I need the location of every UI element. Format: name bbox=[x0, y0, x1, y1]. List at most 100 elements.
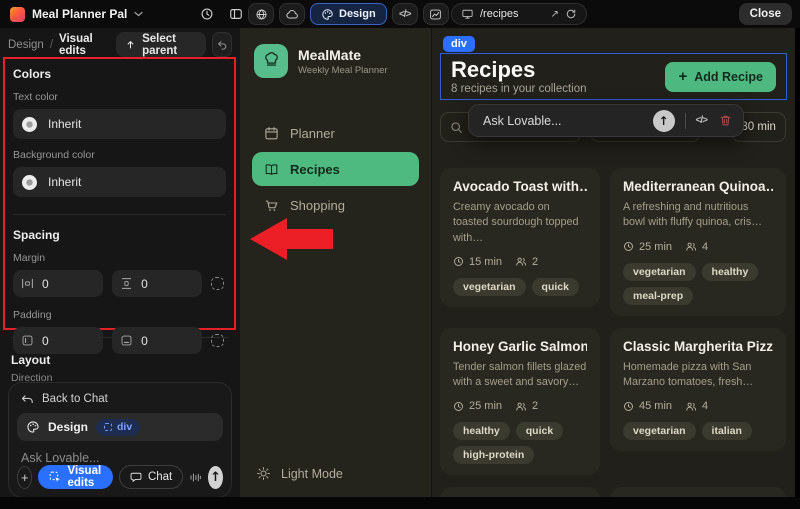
recipe-card[interactable]: Mediterranean Quinoa… A refreshing and n… bbox=[610, 168, 786, 316]
cloud-button[interactable] bbox=[279, 3, 305, 25]
light-mode-toggle[interactable]: Light Mode bbox=[256, 466, 343, 481]
recipe-tag: healthy bbox=[702, 263, 759, 281]
app-name: MealMate bbox=[298, 47, 388, 63]
back-to-chat-button[interactable]: Back to Chat bbox=[17, 391, 223, 407]
refresh-icon[interactable] bbox=[565, 8, 577, 20]
selected-tag-label: div bbox=[117, 421, 132, 433]
dictation-icon[interactable] bbox=[189, 471, 202, 484]
recipe-servings: 4 bbox=[702, 241, 708, 253]
toolbar-ask-input[interactable]: Ask Lovable... bbox=[483, 114, 562, 128]
design-button-label: Design bbox=[339, 8, 376, 20]
chat-input[interactable]: Ask Lovable... bbox=[21, 451, 219, 465]
clock-icon bbox=[623, 241, 634, 252]
margin-label: Margin bbox=[13, 252, 226, 264]
panel-toggle-icon[interactable] bbox=[229, 7, 243, 21]
back-to-chat-label: Back to Chat bbox=[42, 393, 108, 405]
recipe-tag: high-protein bbox=[453, 446, 534, 464]
light-mode-label: Light Mode bbox=[281, 467, 343, 481]
padding-x-input[interactable]: 0 bbox=[13, 327, 103, 354]
chat-button[interactable]: Chat bbox=[119, 465, 183, 489]
recipe-title: Honey Garlic Salmon bbox=[453, 339, 587, 354]
margin-vertical-icon bbox=[120, 277, 133, 290]
time-filter-value: 30 min bbox=[741, 121, 776, 133]
margin-horizontal-icon bbox=[21, 277, 34, 290]
recipe-card[interactable]: Honey Garlic Salmon Tender salmon fillet… bbox=[440, 328, 600, 476]
design-mode-row[interactable]: Design div bbox=[17, 413, 223, 441]
recipe-tag: italian bbox=[702, 422, 752, 440]
nav-planner-label: Planner bbox=[290, 126, 335, 141]
globe-icon bbox=[255, 8, 268, 21]
design-mode-button[interactable]: Design bbox=[310, 3, 387, 25]
recipe-time: 15 min bbox=[469, 256, 502, 268]
delete-icon[interactable] bbox=[719, 114, 732, 127]
toolbar-code-button[interactable]: </> bbox=[696, 115, 707, 126]
color-swatch-icon[interactable] bbox=[22, 175, 37, 190]
recipe-card[interactable]: Avocado Toast with… Creamy avocado on to… bbox=[440, 168, 600, 307]
margin-sides-toggle-icon[interactable] bbox=[211, 277, 224, 290]
calendar-icon bbox=[264, 126, 279, 141]
url-bar[interactable]: /recipes ↗ bbox=[451, 3, 587, 25]
project-menu[interactable]: Meal Planner Pal bbox=[10, 0, 143, 28]
breadcrumb-design[interactable]: Design bbox=[8, 39, 44, 51]
close-button[interactable]: Close bbox=[739, 3, 792, 25]
visual-edits-button[interactable]: Visual edits bbox=[38, 465, 112, 489]
recipe-card[interactable]: Berry Overnight Oats Creamy make-ahead o… bbox=[610, 487, 786, 497]
servings-icon bbox=[515, 401, 527, 412]
toolbar-send-button[interactable]: ↑ bbox=[653, 110, 675, 132]
add-recipe-label: Add Recipe bbox=[694, 70, 763, 84]
design-mode-label: Design bbox=[48, 420, 88, 434]
margin-y-input[interactable]: 0 bbox=[112, 270, 202, 297]
app-subtitle: Weekly Meal Planner bbox=[298, 65, 388, 76]
padding-sides-toggle-icon[interactable] bbox=[211, 334, 224, 347]
history-icon[interactable] bbox=[200, 7, 214, 21]
open-external-icon[interactable]: ↗ bbox=[551, 9, 559, 20]
plus-icon: + bbox=[678, 68, 687, 85]
arrow-up-icon bbox=[125, 39, 136, 50]
color-swatch-icon[interactable] bbox=[22, 117, 37, 132]
text-color-label: Text color bbox=[13, 91, 226, 103]
text-color-input[interactable]: Inherit bbox=[13, 109, 226, 139]
padding-y-input[interactable]: 0 bbox=[112, 327, 202, 354]
chef-hat-icon bbox=[262, 52, 281, 71]
app-brand: MealMate Weekly Meal Planner bbox=[254, 44, 388, 78]
lovable-logo-icon bbox=[10, 7, 25, 22]
url-path: /recipes bbox=[480, 8, 545, 20]
recipe-card[interactable]: Thai Green Curry Aromatic coconut curry … bbox=[440, 487, 600, 497]
recipe-tag: quick bbox=[532, 278, 579, 296]
recipe-time: 25 min bbox=[639, 241, 672, 253]
breadcrumb: Design / Visual edits Select parent bbox=[8, 32, 232, 57]
text-color-value: Inherit bbox=[48, 117, 81, 131]
background-color-input[interactable]: Inherit bbox=[13, 167, 226, 197]
top-bar: Meal Planner Pal Design </> + /recipes ↗… bbox=[0, 0, 800, 28]
lovable-toolbar: Ask Lovable... ↑ </> bbox=[468, 104, 744, 137]
recipe-title: Classic Margherita Pizza bbox=[623, 339, 773, 354]
cloud-icon bbox=[286, 8, 299, 21]
background-color-value: Inherit bbox=[48, 175, 81, 189]
code-icon: </> bbox=[399, 9, 410, 20]
select-parent-button[interactable]: Select parent bbox=[116, 32, 206, 57]
recipe-tag: quick bbox=[516, 422, 563, 440]
attach-button[interactable]: + bbox=[17, 466, 32, 489]
selected-element-badge[interactable]: div bbox=[96, 419, 140, 436]
margin-y-value: 0 bbox=[141, 277, 148, 291]
margin-x-input[interactable]: 0 bbox=[13, 270, 103, 297]
preview-globe-button[interactable] bbox=[248, 3, 274, 25]
selected-header-box[interactable]: Recipes 8 recipes in your collection + A… bbox=[440, 53, 787, 100]
recipe-title: Avocado Toast with… bbox=[453, 179, 587, 194]
recipe-card[interactable]: Classic Margherita Pizza Homemade pizza … bbox=[610, 328, 786, 452]
chat-label: Chat bbox=[148, 471, 172, 483]
code-view-button[interactable]: </> bbox=[392, 3, 418, 25]
layout-heading: Layout bbox=[11, 353, 50, 367]
recipe-tag: vegetarian bbox=[453, 278, 526, 296]
clock-icon bbox=[623, 401, 634, 412]
nav-item-recipes[interactable]: Recipes bbox=[252, 152, 419, 186]
annotation-red-box: Colors Text color Inherit Background col… bbox=[3, 57, 236, 330]
add-recipe-button[interactable]: + Add Recipe bbox=[665, 62, 776, 92]
recipe-time: 25 min bbox=[469, 400, 502, 412]
send-button[interactable]: ↑ bbox=[208, 466, 223, 489]
undo-button[interactable] bbox=[212, 32, 232, 57]
analytics-button[interactable] bbox=[423, 3, 449, 25]
book-icon bbox=[264, 162, 279, 177]
spacing-heading: Spacing bbox=[13, 228, 226, 242]
nav-item-planner[interactable]: Planner bbox=[252, 116, 419, 150]
